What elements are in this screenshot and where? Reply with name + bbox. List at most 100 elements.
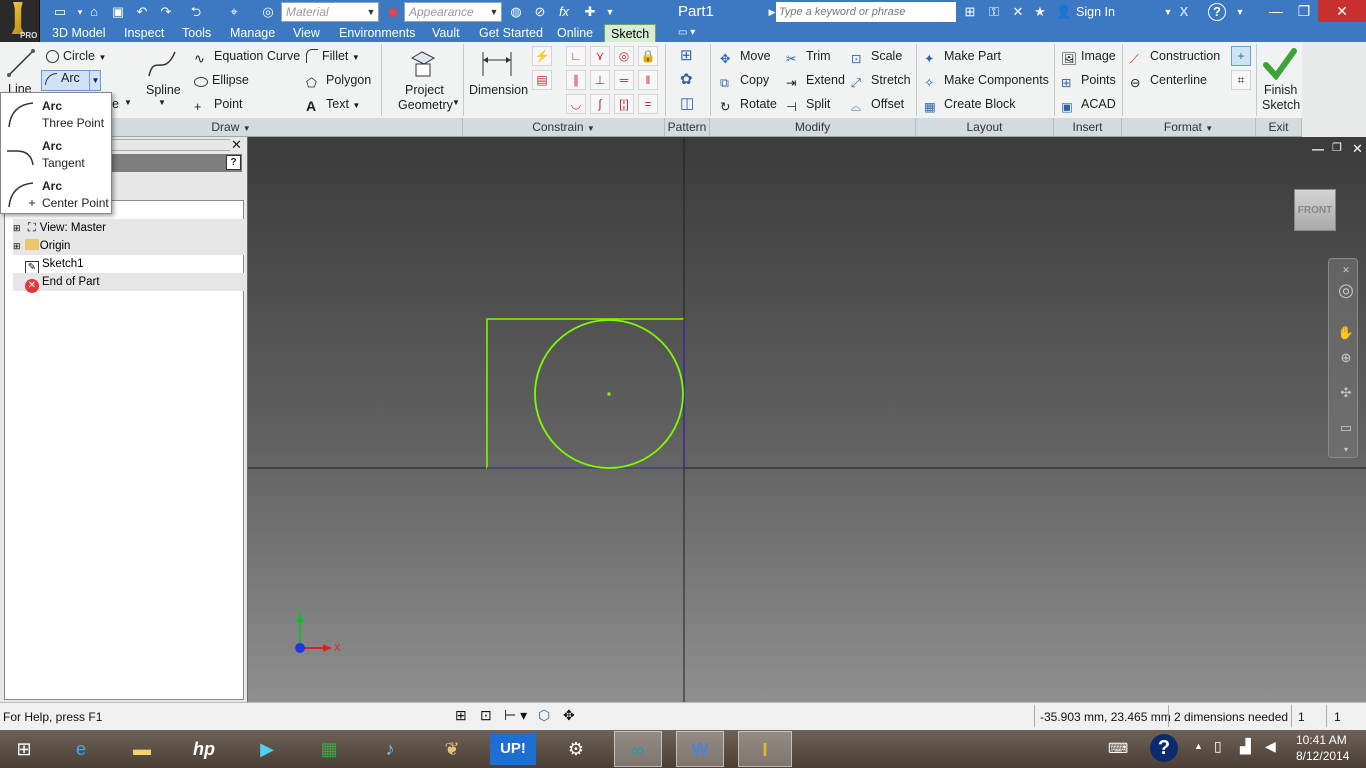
finish-sketch-check-icon[interactable]	[1263, 48, 1297, 80]
store-icon[interactable]: ▦	[305, 731, 353, 767]
project-geometry-icon[interactable]	[408, 48, 438, 80]
steering-wheel-icon[interactable]: ◎	[1336, 280, 1356, 300]
parallel-icon[interactable]: ∥	[566, 70, 586, 90]
exchange-icon[interactable]: X	[1174, 3, 1194, 21]
stretch-button[interactable]: ⤢ Stretch	[851, 73, 911, 92]
arc-button[interactable]: Arc ▼	[41, 70, 101, 91]
arc-tangent-option[interactable]: Arc Tangent	[3, 135, 109, 173]
favorite-star-icon[interactable]: ★	[1030, 3, 1050, 21]
tab-vault[interactable]: Vault	[426, 24, 466, 42]
point-button[interactable]: + Point	[194, 97, 243, 116]
redo-icon[interactable]: ↷	[156, 3, 176, 21]
volume-icon[interactable]: ◀	[1265, 738, 1276, 755]
new-file-icon[interactable]: ▭	[50, 3, 70, 21]
taskbar-date[interactable]: 8/12/2014	[1296, 749, 1349, 763]
undo-icon[interactable]: ↶	[132, 3, 152, 21]
extend-button[interactable]: ⇥ Extend	[786, 73, 845, 91]
image-button[interactable]: 🖼 Image	[1061, 49, 1116, 68]
mirror-icon[interactable]: ◫	[680, 94, 694, 112]
split-button[interactable]: ⊣ Split	[786, 97, 830, 115]
tree-item-origin[interactable]: ⊞ Origin	[13, 237, 245, 255]
equal-icon[interactable]: =	[638, 94, 658, 114]
perpendicular-icon[interactable]: ⊥	[590, 70, 610, 90]
arc-center-point-option[interactable]: Arc Center Point	[3, 175, 109, 213]
expand-icon[interactable]: ⊞	[13, 223, 21, 233]
help-search-input[interactable]: Type a keyword or phrase	[776, 2, 956, 22]
key-icon[interactable]: ⚿	[984, 3, 1004, 21]
taskbar-time[interactable]: 10:41 AM	[1296, 733, 1347, 747]
rectangle-label-fragment[interactable]: e	[112, 97, 119, 111]
make-part-button[interactable]: ✦ Make Part	[924, 49, 1001, 67]
tools-icon[interactable]: ✕	[1008, 3, 1028, 21]
inference-icon[interactable]: ⊢ ▾	[504, 707, 527, 724]
arduino-icon[interactable]: ∞	[614, 731, 662, 767]
tab-tools[interactable]: Tools	[176, 24, 217, 42]
steam-icon[interactable]: ⚙	[552, 731, 600, 767]
clear-override-icon[interactable]: ⊘	[530, 3, 550, 21]
grid-snap-icon[interactable]: ⊞	[455, 707, 467, 724]
tab-sketch[interactable]: Sketch	[604, 24, 657, 42]
dimension-icon[interactable]	[480, 48, 514, 78]
origin-indicator-icon[interactable]: ✥	[563, 707, 575, 724]
smooth-icon[interactable]: ∫	[590, 94, 610, 114]
file-explorer-icon[interactable]: ▬	[118, 731, 166, 767]
text-button[interactable]: A Text ▼	[306, 97, 360, 114]
dimension-label[interactable]: Dimension	[469, 83, 528, 97]
trim-button[interactable]: ✂ Trim	[786, 49, 831, 67]
project-geometry-label-2[interactable]: Geometry	[398, 98, 453, 112]
up-icon[interactable]: UP!	[490, 733, 536, 765]
tree-item-end-of-part[interactable]: ✕ End of Part	[13, 273, 245, 293]
spline-icon[interactable]	[146, 48, 178, 80]
tab-manage[interactable]: Manage	[224, 24, 281, 42]
offset-button[interactable]: ⌓ Offset	[851, 97, 904, 116]
navbar-close-icon[interactable]: ✕	[1336, 260, 1356, 280]
fillet-button[interactable]: Fillet ▼	[306, 49, 360, 63]
center-point-icon[interactable]: +	[1231, 46, 1251, 66]
appearance-combo[interactable]: Appearance ▼	[404, 2, 502, 22]
tab-3d-model[interactable]: 3D Model	[46, 24, 112, 42]
zoom-icon[interactable]: ⊕	[1336, 348, 1356, 368]
polygon-button[interactable]: ⬠ Polygon	[306, 73, 371, 91]
viewport-close-icon[interactable]: ✕	[1352, 141, 1363, 157]
circular-pattern-icon[interactable]: ✿	[680, 70, 693, 88]
tangent-icon[interactable]: ◡	[566, 94, 586, 114]
save-icon[interactable]: ▣	[108, 3, 128, 21]
user-icon[interactable]: 👤	[1054, 3, 1074, 21]
project-geometry-label-1[interactable]: Project	[405, 83, 444, 97]
move-button[interactable]: ✥ Move	[720, 49, 771, 67]
tree-item-sketch1[interactable]: ✎ Sketch1	[13, 255, 245, 275]
navbar-customize-icon[interactable]: ▾	[1336, 440, 1356, 460]
auto-dimension-icon[interactable]: ⚡	[532, 46, 552, 66]
start-windows-icon[interactable]: ⊞	[0, 731, 48, 767]
cube-icon[interactable]: ⬡	[538, 707, 550, 724]
return-icon[interactable]: ⮌	[186, 3, 206, 21]
viewcube-front[interactable]: FRONT	[1294, 189, 1336, 231]
open-icon[interactable]: ⌂	[84, 3, 104, 21]
circle-button[interactable]: Circle ▼	[46, 49, 106, 63]
project-geometry-dropdown-icon[interactable]: ▼	[452, 98, 460, 107]
media-icon[interactable]: ▶	[243, 731, 291, 767]
tab-inspect[interactable]: Inspect	[118, 24, 170, 42]
word-icon[interactable]: W	[676, 731, 724, 767]
spline-label[interactable]: Spline	[146, 83, 181, 97]
browser-close-icon[interactable]: ✕	[231, 137, 242, 153]
inventor-icon[interactable]: I	[738, 731, 792, 767]
help-question-icon[interactable]: ?	[1150, 734, 1178, 762]
panel-format-label[interactable]: Format ▼	[1122, 118, 1256, 136]
construction-button[interactable]: ⟋ Construction	[1130, 49, 1220, 68]
itunes-icon[interactable]: ♪	[366, 731, 414, 767]
tab-get-started[interactable]: Get Started	[473, 24, 549, 42]
make-components-button[interactable]: ✧ Make Components	[924, 73, 1049, 91]
spline-dropdown-icon[interactable]: ▼	[158, 98, 166, 107]
coincident-icon[interactable]: ∟	[566, 46, 586, 66]
vertical-icon[interactable]: ‖	[638, 70, 658, 90]
photo-icon[interactable]: ❦	[428, 731, 476, 767]
viewport-restore-icon[interactable]: ❐	[1332, 141, 1342, 154]
arc-dropdown-icon[interactable]: ▼	[89, 71, 101, 90]
hp-icon[interactable]: hp	[180, 731, 228, 767]
copy-button[interactable]: ⧉ Copy	[720, 73, 769, 92]
browser-help-icon[interactable]: ?	[226, 155, 241, 170]
help-dropdown-icon[interactable]: ▼	[1230, 3, 1250, 21]
arc-three-point-option[interactable]: Arc Three Point	[3, 95, 109, 133]
finish-sketch-label-2[interactable]: Sketch	[1262, 98, 1300, 112]
